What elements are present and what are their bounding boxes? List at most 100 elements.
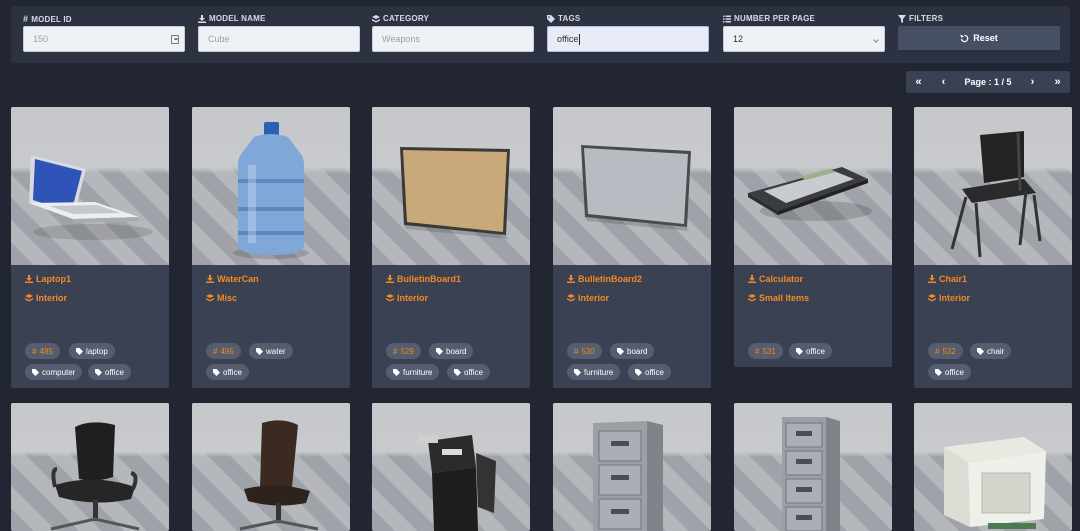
layers-icon [25, 294, 33, 302]
category-input[interactable]: Weapons [372, 26, 534, 52]
model-card-filing-cabinet[interactable] [553, 403, 711, 531]
model-thumbnail[interactable] [11, 403, 169, 531]
tag-pill[interactable]: office [88, 364, 131, 380]
model-category[interactable]: Interior [25, 293, 67, 303]
tag-pill[interactable]: office [628, 364, 671, 380]
layers-icon [206, 294, 214, 302]
tag-pill[interactable]: water [249, 343, 293, 359]
model-card-leather-chair[interactable] [192, 403, 350, 531]
leather-chair-icon [239, 420, 319, 531]
category-label: CATEGORY [383, 14, 430, 23]
tags-input[interactable]: office [547, 26, 709, 52]
model-card-chair1[interactable]: Chair1 Interior #532 chair office [914, 107, 1072, 388]
download-icon [748, 275, 756, 283]
layers-icon [567, 294, 575, 302]
tag-pill[interactable]: chair [970, 343, 1012, 359]
tag-icon [32, 368, 39, 376]
model-name[interactable]: Chair1 [928, 274, 967, 284]
model-name-label: MODEL NAME [209, 14, 266, 23]
white-board-icon [581, 145, 691, 231]
model-thumbnail[interactable] [914, 107, 1072, 265]
tag-icon [213, 368, 220, 376]
model-card-tall-filing-cabinet[interactable] [734, 403, 892, 531]
model-thumbnail[interactable] [553, 403, 711, 531]
model-thumbnail[interactable] [192, 107, 350, 265]
per-page-select[interactable]: 12 [723, 26, 885, 52]
hash-icon: # [393, 346, 398, 356]
tag-pill[interactable]: office [789, 343, 832, 359]
water-bottle-icon [233, 122, 309, 259]
model-card-calculator[interactable]: Calculator Small Items #531 office [734, 107, 892, 367]
tag-pill[interactable]: board [610, 343, 655, 359]
hash-icon: # [23, 14, 29, 24]
model-thumbnail[interactable] [192, 403, 350, 531]
hash-icon: # [574, 346, 579, 356]
model-name[interactable]: WaterCan [206, 274, 259, 284]
tag-icon [977, 347, 984, 355]
tag-icon [574, 368, 581, 376]
tag-pill[interactable]: laptop [69, 343, 115, 359]
model-id-badge[interactable]: #530 [567, 343, 602, 359]
model-category[interactable]: Small Items [748, 293, 809, 303]
model-card-office-chair[interactable] [11, 403, 169, 531]
tag-icon [95, 368, 102, 376]
model-name[interactable]: BulletinBoard2 [567, 274, 642, 284]
hash-icon: # [755, 346, 760, 356]
tag-icon [796, 347, 803, 355]
tag-icon [635, 368, 642, 376]
tag-pill[interactable]: furniture [567, 364, 621, 380]
undo-icon [960, 33, 969, 42]
model-id-badge[interactable]: #495 [206, 343, 241, 359]
model-thumbnail[interactable] [553, 107, 711, 265]
last-page-icon[interactable]: » [1045, 71, 1070, 93]
model-card-bulletinboard2[interactable]: BulletinBoard2 Interior #530 board furni… [553, 107, 711, 388]
model-id-badge[interactable]: #531 [748, 343, 783, 359]
tag-pill[interactable]: office [447, 364, 490, 380]
tag-icon [393, 368, 400, 376]
model-id-badge[interactable]: #532 [928, 343, 963, 359]
tag-pill[interactable]: computer [25, 364, 83, 380]
model-thumbnail[interactable] [372, 107, 530, 265]
chevron-down-icon [873, 37, 879, 43]
model-card-printer[interactable] [372, 403, 530, 531]
first-page-icon[interactable]: « [906, 71, 931, 93]
download-icon [928, 275, 936, 283]
model-id-badge[interactable]: #529 [386, 343, 421, 359]
model-name[interactable]: Calculator [748, 274, 803, 284]
model-category[interactable]: Interior [928, 293, 970, 303]
model-card-watercan[interactable]: WaterCan Misc #495 water office [192, 107, 350, 388]
model-name[interactable]: Laptop1 [25, 274, 71, 284]
hash-icon: # [32, 346, 37, 356]
model-category[interactable]: Interior [567, 293, 609, 303]
number-spinner-icon[interactable] [171, 35, 179, 44]
model-card-laptop1[interactable]: Laptop1 Interior #485 laptop computer of… [11, 107, 169, 388]
tag-pill[interactable]: office [928, 364, 971, 380]
download-icon [386, 275, 394, 283]
model-name[interactable]: BulletinBoard1 [386, 274, 461, 284]
download-icon [25, 275, 33, 283]
tag-pill[interactable]: office [206, 364, 249, 380]
model-card-bulletinboard1[interactable]: BulletinBoard1 Interior #529 board furni… [372, 107, 530, 388]
model-thumbnail[interactable] [11, 107, 169, 265]
tag-pill[interactable]: furniture [386, 364, 440, 380]
model-id-input[interactable]: 150 [23, 26, 185, 52]
model-card-crt-monitor[interactable] [914, 403, 1072, 531]
tag-icon [617, 347, 624, 355]
crt-monitor-icon [944, 437, 1046, 529]
model-thumbnail[interactable] [734, 107, 892, 265]
model-id-badge[interactable]: #485 [25, 343, 60, 359]
model-thumbnail[interactable] [734, 403, 892, 531]
model-category[interactable]: Misc [206, 293, 237, 303]
tag-pill[interactable]: board [429, 343, 474, 359]
model-name-input[interactable]: Cube [198, 26, 360, 52]
next-page-icon[interactable]: › [1020, 71, 1045, 93]
model-thumbnail[interactable] [372, 403, 530, 531]
model-name-placeholder: Cube [208, 34, 230, 44]
cork-board-icon [400, 147, 510, 239]
prev-page-icon[interactable]: ‹ [931, 71, 956, 93]
per-page-value: 12 [733, 34, 744, 44]
model-category[interactable]: Interior [386, 293, 428, 303]
reset-button[interactable]: Reset [898, 26, 1060, 52]
tag-icon [935, 368, 942, 376]
model-thumbnail[interactable] [914, 403, 1072, 531]
